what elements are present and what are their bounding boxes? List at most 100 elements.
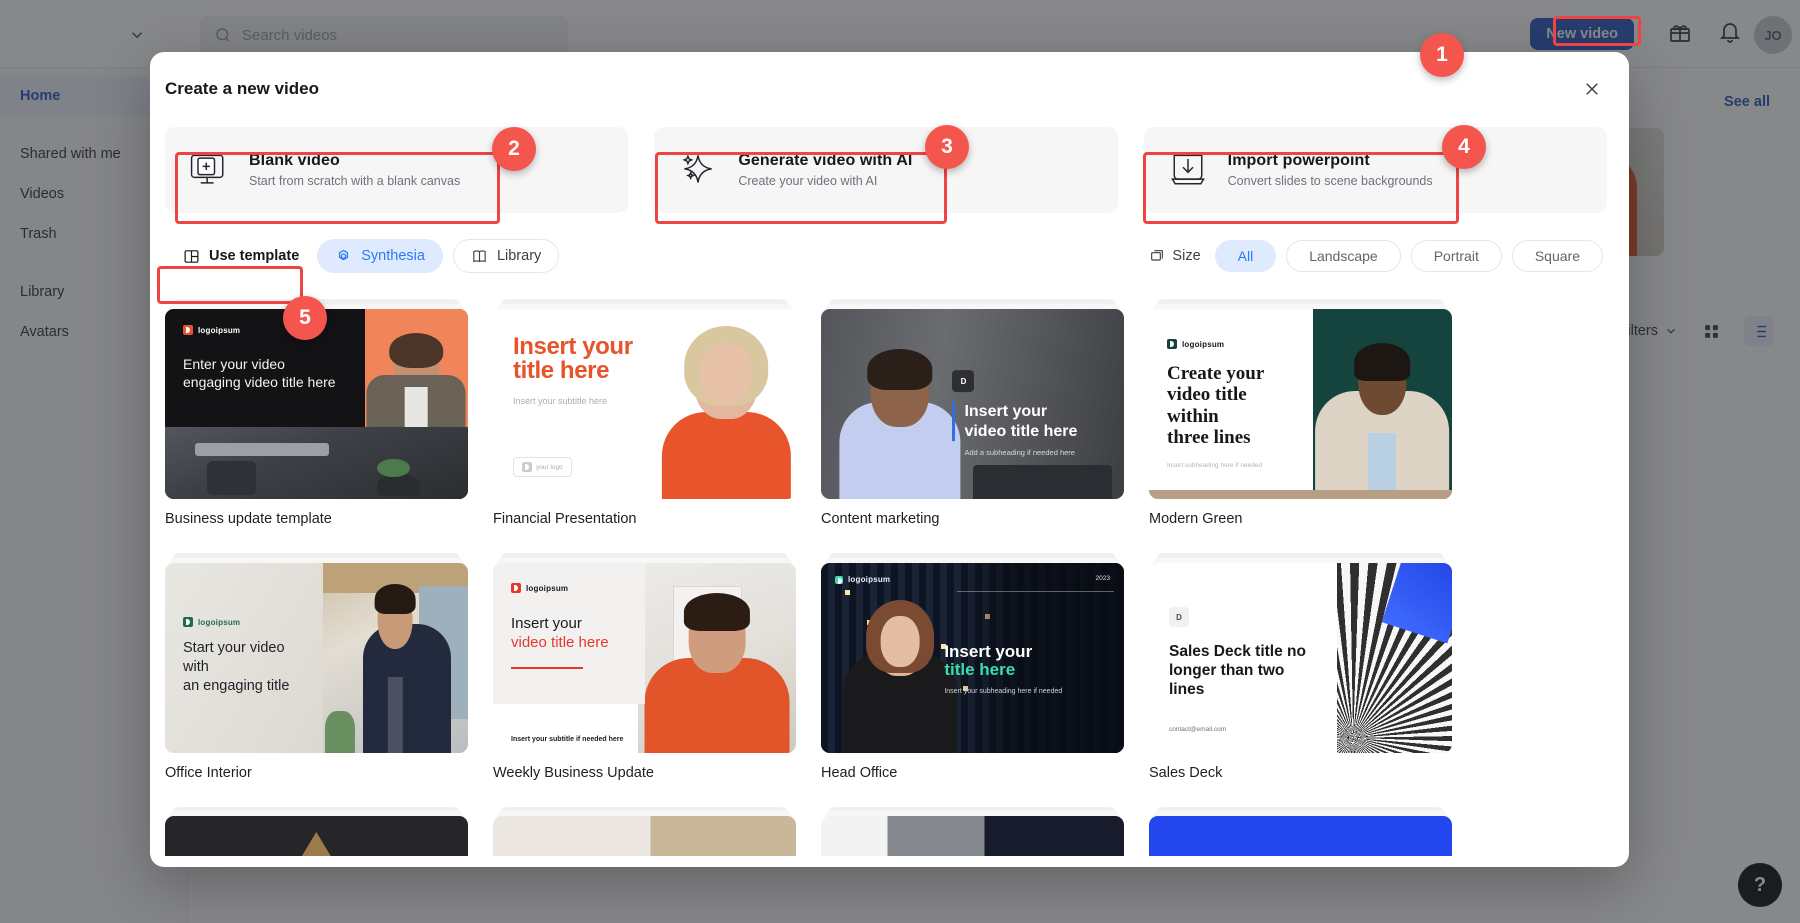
use-template-label: Use template	[209, 248, 299, 264]
slide-title: Insert yourtitle here	[513, 335, 649, 384]
slide-avatar-panel	[365, 309, 468, 427]
template-thumbnail-stack: D Insert yourvideo title here Add a subh…	[821, 299, 1124, 499]
slide-logo: logoipsum	[183, 617, 314, 627]
template-card-partial[interactable]	[493, 807, 796, 853]
template-grid-icon	[183, 248, 200, 265]
generate-ai-text: Generate video with AI Create your video…	[738, 152, 912, 188]
slide-logo-text: logoipsum	[1182, 340, 1224, 349]
template-card-content-marketing[interactable]: D Insert yourvideo title here Add a subh…	[821, 299, 1124, 527]
use-template-tab[interactable]: Use template	[165, 239, 317, 273]
import-powerpoint-icon	[1166, 148, 1210, 192]
slide-logo: logoipsum	[835, 575, 890, 584]
slide-year: 2023	[1096, 575, 1110, 584]
slide-logo: logoipsum	[1167, 339, 1295, 349]
book-icon	[471, 248, 488, 265]
template-card-partial[interactable]	[1149, 807, 1452, 853]
size-option-landscape[interactable]: Landscape	[1286, 240, 1401, 272]
template-card-sales-deck[interactable]: D Sales Deck title nolonger than two lin…	[1149, 553, 1452, 781]
size-icon	[1149, 248, 1165, 264]
slide-art: logoipsum Create yourvideo title withint…	[1149, 309, 1452, 499]
slide-logo-text: logoipsum	[848, 575, 890, 584]
slide-title: Create yourvideo title withinthree lines	[1167, 363, 1295, 448]
slide-header-rule	[957, 591, 1114, 592]
slide-avatar-panel	[657, 309, 796, 499]
size-option-all[interactable]: All	[1215, 240, 1277, 272]
slide-art: Insert yourtitle here Insert your subtit…	[493, 309, 796, 499]
template-thumbnail: logoipsum Enter your videoengaging video…	[165, 309, 468, 499]
sparkle-ai-icon	[676, 148, 720, 192]
slide-avatar-panel	[638, 563, 796, 753]
size-option-portrait[interactable]: Portrait	[1411, 240, 1502, 272]
slide-title-line2: video title here	[511, 634, 609, 651]
slide-photo-area	[165, 427, 468, 499]
annotation-badge-5: 5	[283, 296, 327, 340]
slide-subtitle: Insert your subheading here if needed	[944, 688, 1114, 695]
template-card-partial[interactable]	[821, 807, 1124, 853]
template-card-weekly-business-update[interactable]: logoipsum Insert yourvideo title here In…	[493, 553, 796, 781]
template-thumbnail-stack: Insert yourtitle here Insert your subtit…	[493, 299, 796, 499]
synthesia-label: Synthesia	[361, 248, 425, 264]
template-thumbnail: logoipsum 2023 Insert yourtitle here Ins…	[821, 563, 1124, 753]
synthesia-tab[interactable]: Synthesia	[317, 239, 443, 273]
template-card-head-office[interactable]: logoipsum 2023 Insert yourtitle here Ins…	[821, 553, 1124, 781]
slide-text-panel: logoipsum Insert yourvideo title here	[493, 563, 645, 704]
annotation-badge-1: 1	[1420, 33, 1464, 77]
slide-email: contact@email.com	[1169, 726, 1226, 733]
slide-graphic-panel	[1337, 563, 1452, 753]
template-thumbnail-stack: logoipsum Start your video withan engagi…	[165, 553, 468, 753]
import-powerpoint-card[interactable]: Import powerpoint Convert slides to scen…	[1144, 127, 1607, 213]
template-thumbnail-stack: logoipsum Insert yourvideo title here In…	[493, 553, 796, 753]
generate-video-with-ai-card[interactable]: Generate video with AI Create your video…	[654, 127, 1117, 213]
synthesia-icon	[335, 248, 352, 265]
slide-floor	[1149, 490, 1452, 499]
blank-video-subtitle: Start from scratch with a blank canvas	[249, 174, 460, 188]
template-card-modern-green[interactable]: logoipsum Create yourvideo title withint…	[1149, 299, 1452, 527]
slide-logo-placeholder: your logo	[513, 457, 572, 477]
template-thumbnail: Insert yourtitle here Insert your subtit…	[493, 309, 796, 499]
template-card-partial[interactable]	[165, 807, 468, 853]
size-option-square[interactable]: Square	[1512, 240, 1603, 272]
template-thumbnail-stack	[165, 807, 468, 853]
slide-title: Insert yourvideo title here	[952, 402, 1110, 440]
close-modal-button[interactable]	[1577, 74, 1607, 104]
template-name: Sales Deck	[1149, 765, 1452, 781]
slide-title: Insert yourvideo title here	[511, 615, 627, 653]
template-thumbnail: logoipsum Create yourvideo title withint…	[1149, 309, 1452, 499]
slide-logo-text: your logo	[536, 464, 563, 471]
slide-art: logoipsum Enter your videoengaging video…	[165, 309, 468, 499]
library-tab[interactable]: Library	[453, 239, 559, 273]
slide-header: logoipsum 2023	[821, 575, 1124, 584]
slide-subtitle: Insert your subtitle here	[513, 396, 649, 406]
generate-ai-title: Generate video with AI	[738, 152, 912, 170]
template-thumbnail	[1149, 816, 1452, 856]
slide-logo: D	[1169, 607, 1189, 627]
modal-title: Create a new video	[150, 52, 1629, 99]
slide-subtitle: Insert subheading here if needed	[1167, 462, 1295, 469]
slide-text-panel: logoipsum Create yourvideo title withint…	[1149, 309, 1313, 499]
slide-art: logoipsum Start your video withan engagi…	[165, 563, 468, 753]
annotation-badge-3: 3	[925, 125, 969, 169]
slide-logo-text: logoipsum	[198, 326, 240, 335]
slide-art: D Sales Deck title nolonger than two lin…	[1149, 563, 1452, 753]
blank-video-title: Blank video	[249, 152, 460, 170]
template-thumbnail-stack: D Sales Deck title nolonger than two lin…	[1149, 553, 1452, 753]
slide-title-line2: title here	[944, 661, 1114, 680]
template-card-financial-presentation[interactable]: Insert yourtitle here Insert your subtit…	[493, 299, 796, 527]
slide-accent-rule	[511, 667, 583, 669]
slide-text-panel: D Sales Deck title nolonger than two lin…	[1149, 563, 1340, 753]
template-name: Office Interior	[165, 765, 468, 781]
slide-text-panel: D Insert yourvideo title here Add a subh…	[952, 370, 1110, 456]
blank-video-icon	[187, 148, 231, 192]
template-thumbnail-stack	[821, 807, 1124, 853]
template-thumbnail-stack	[493, 807, 796, 853]
slide-avatar-panel	[323, 563, 468, 753]
blank-video-card[interactable]: Blank video Start from scratch with a bl…	[165, 127, 628, 213]
slide-title: Enter your videoengaging video title her…	[183, 355, 347, 391]
template-card-office-interior[interactable]: logoipsum Start your video withan engagi…	[165, 553, 468, 781]
create-new-video-modal: Create a new video Blank video Start fro…	[150, 52, 1629, 867]
template-name: Financial Presentation	[493, 511, 796, 527]
template-grid: logoipsum Enter your videoengaging video…	[150, 273, 1629, 781]
slide-art: logoipsum 2023 Insert yourtitle here Ins…	[821, 563, 1124, 753]
slide-logo-text: logoipsum	[526, 584, 568, 593]
annotation-badge-4: 4	[1442, 125, 1486, 169]
